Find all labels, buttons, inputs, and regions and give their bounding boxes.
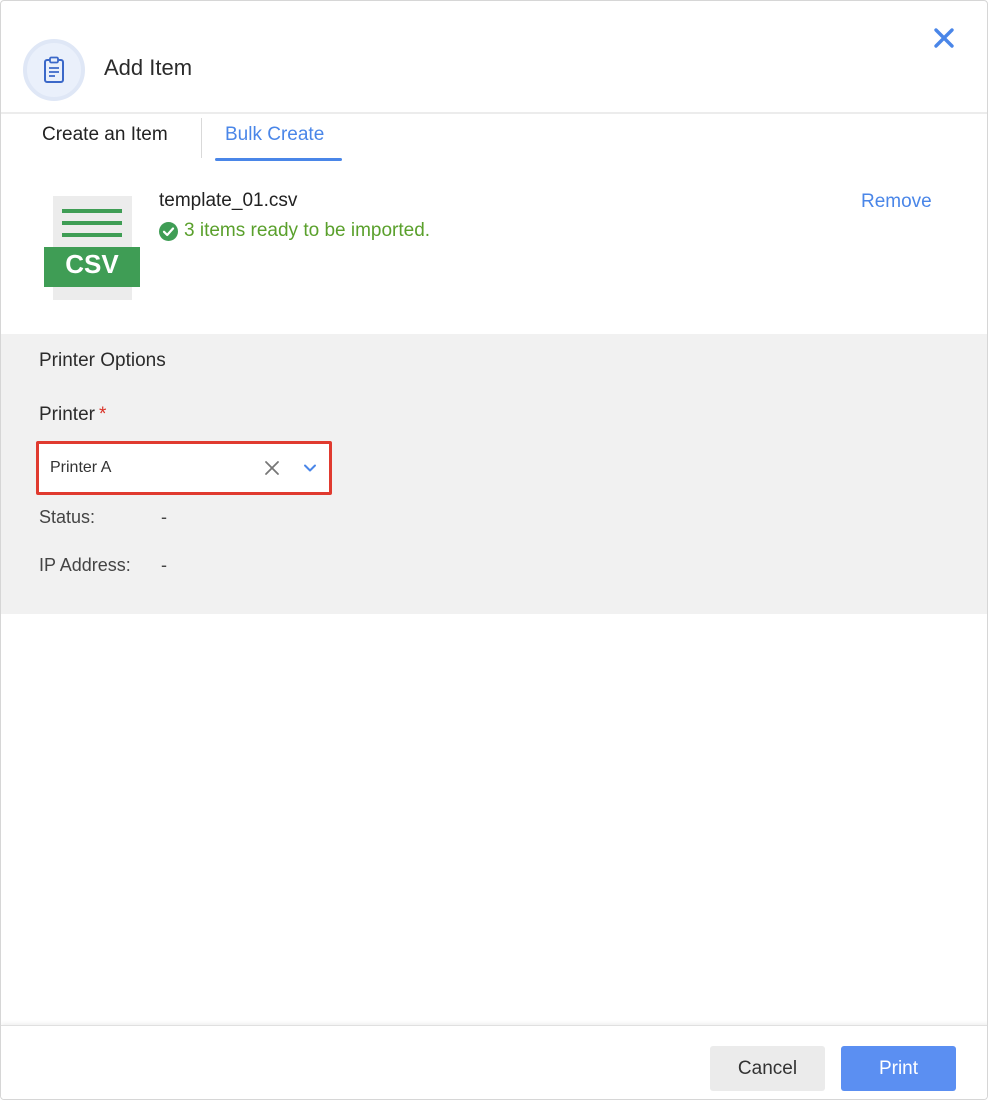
ip-address-label: IP Address:	[39, 555, 131, 575]
csv-file-icon: CSV	[44, 196, 140, 300]
printer-options-section: Printer Options Printer * Printer A Statu…	[1, 334, 987, 614]
ip-address-value: -	[161, 555, 167, 575]
uploaded-file-row: CSV template_01.csv 3 items ready to be …	[1, 176, 987, 331]
printer-field-label: Printer *	[39, 404, 106, 426]
modal-footer: Cancel Print	[1, 1025, 987, 1099]
printer-options-title: Printer Options	[39, 350, 166, 371]
status-value: -	[161, 507, 167, 527]
remove-file-link[interactable]: Remove	[861, 191, 932, 213]
close-icon[interactable]	[929, 23, 959, 53]
import-status: 3 items ready to be imported.	[159, 220, 430, 242]
tab-bulk-create[interactable]: Bulk Create	[225, 124, 324, 146]
cancel-button[interactable]: Cancel	[710, 1046, 825, 1091]
printer-label-text: Printer	[39, 404, 95, 425]
printer-select-value: Printer A	[50, 459, 112, 476]
chevron-down-icon[interactable]	[299, 457, 321, 479]
csv-icon-label: CSV	[65, 249, 119, 279]
modal-title: Add Item	[104, 55, 193, 80]
check-circle-icon	[159, 221, 178, 241]
status-label: Status:	[39, 507, 96, 527]
import-status-text: 3 items ready to be imported.	[184, 220, 431, 241]
tab-create-an-item[interactable]: Create an Item	[42, 124, 168, 146]
tab-bar: Create an Item Bulk Create	[1, 116, 987, 162]
required-indicator: *	[98, 404, 107, 425]
printer-select[interactable]: Printer A	[36, 441, 332, 495]
active-tab-indicator	[215, 158, 342, 161]
file-name: template_01.csv	[159, 190, 298, 211]
print-button[interactable]: Print	[841, 1046, 956, 1091]
clear-selection-icon[interactable]	[261, 457, 283, 479]
modal-header: Add Item	[1, 1, 987, 114]
tab-divider	[201, 118, 202, 158]
clipboard-icon	[23, 39, 85, 101]
add-item-modal: Add Item Create an Item Bulk Create CSV …	[0, 0, 988, 1100]
